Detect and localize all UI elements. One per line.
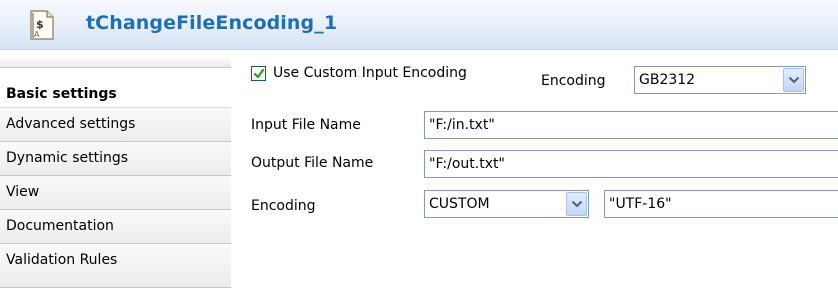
input-encoding-select[interactable]: GB2312 [634,66,806,94]
tab-basic-settings[interactable]: Basic settings [0,68,232,108]
output-encoding-label: Encoding [251,198,316,214]
tab-view[interactable]: View [0,176,231,210]
output-encoding-select[interactable]: CUSTOM [424,190,589,218]
use-custom-input-encoding-label: Use Custom Input Encoding [273,65,467,81]
tab-documentation[interactable]: Documentation [0,210,231,244]
chevron-down-icon [788,76,800,84]
custom-encoding-field[interactable]: "UTF-16" [604,190,838,218]
component-icon: $ A [28,8,58,42]
output-encoding-dropdown-button[interactable] [566,192,587,216]
chevron-down-icon [571,200,583,208]
use-custom-input-encoding-checkbox[interactable] [251,66,266,81]
input-encoding-dropdown-button[interactable] [783,68,804,92]
checkmark-icon [253,68,265,79]
sidebar-top-filler [0,58,231,68]
output-file-name-field[interactable]: "F:/out.txt" [424,150,838,178]
tab-advanced-settings[interactable]: Advanced settings [0,108,231,142]
input-encoding-value: GB2312 [639,72,696,88]
output-file-name-label: Output File Name [251,155,374,171]
svg-text:A: A [34,30,40,39]
component-title: tChangeFileEncoding_1 [86,12,338,34]
input-encoding-label: Encoding [541,73,606,89]
input-file-name-label: Input File Name [251,117,361,133]
tab-dynamic-settings[interactable]: Dynamic settings [0,142,231,176]
component-title-bar: $ A tChangeFileEncoding_1 [0,0,838,50]
settings-sidebar: Basic settings Advanced settings Dynamic… [0,58,232,288]
output-encoding-value: CUSTOM [429,196,490,212]
tab-validation-rules[interactable]: Validation Rules [0,244,231,288]
input-file-name-field[interactable]: "F:/in.txt" [424,111,838,139]
